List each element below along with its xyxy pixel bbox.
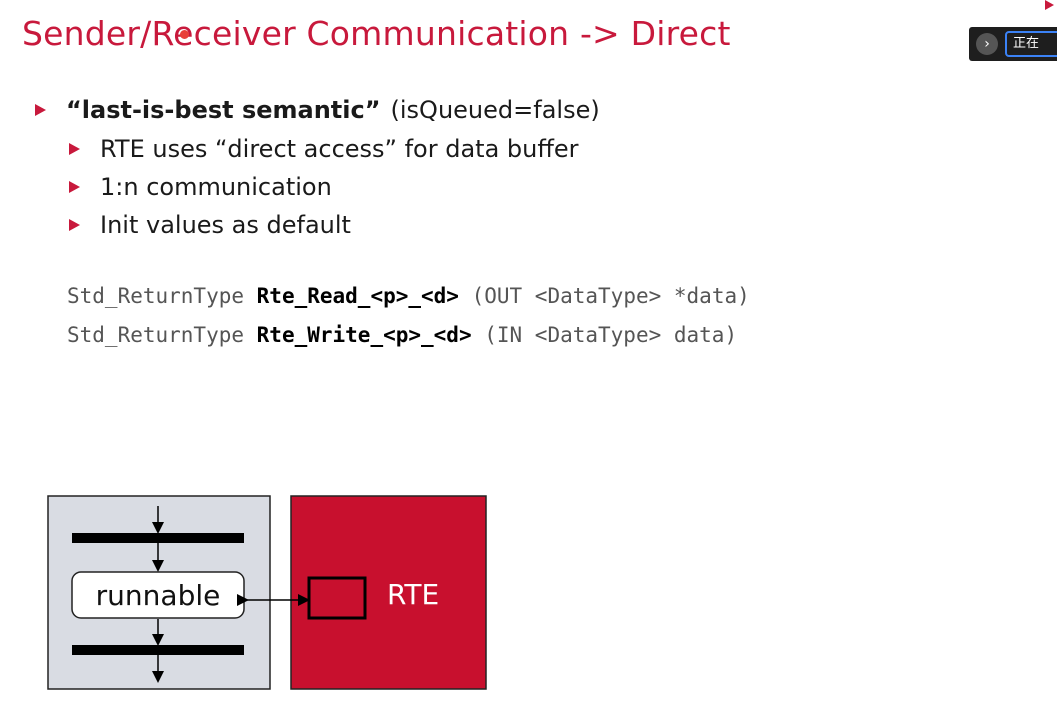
upper-bar [72, 533, 244, 543]
lower-bar [72, 645, 244, 655]
runnable-label: runnable [95, 578, 221, 612]
rte-label: RTE [387, 578, 440, 611]
